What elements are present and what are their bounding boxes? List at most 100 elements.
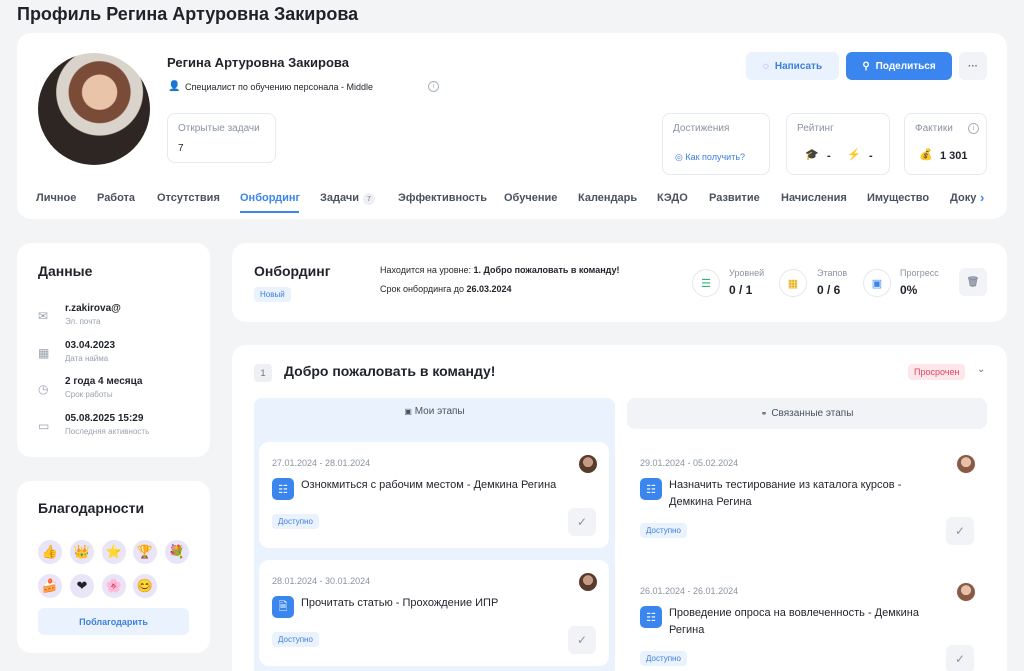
chat-icon: ◌ xyxy=(762,60,769,72)
deadline-date: 26.03.2024 xyxy=(466,284,512,294)
crown-icon: 👑 xyxy=(70,540,94,564)
info-icon[interactable]: i xyxy=(428,81,439,92)
tab-kedo[interactable]: КЭДО xyxy=(657,192,688,204)
email-label: Эл. почта xyxy=(65,317,101,326)
stages-label: Этапов xyxy=(817,268,848,278)
cake-icon: 🍰 xyxy=(38,574,62,598)
tab-documents[interactable]: Доку xyxy=(950,192,980,204)
calendar-icon: ▦ xyxy=(38,346,50,360)
progress-label: Прогресс xyxy=(900,268,939,278)
progress-icon: ▣ xyxy=(863,269,891,297)
position-text: Специалист по обучению персонала - Middl… xyxy=(185,82,373,92)
heart-icon: ❤ xyxy=(70,574,94,598)
tab-property[interactable]: Имущество xyxy=(867,192,929,204)
onboarding-summary: Онбординг Новый Находится на уровне: 1. … xyxy=(232,243,1007,322)
profile-name: Регина Артуровна Закирова xyxy=(167,55,349,70)
trash-icon: 🗑 xyxy=(966,276,980,288)
thank-button[interactable]: Поблагодарить xyxy=(38,608,189,635)
write-button-label: Написать xyxy=(774,60,823,72)
stage-dates: 26.01.2024 - 26.01.2024 xyxy=(640,586,739,596)
last-activity-value: 05.08.2025 15:29 xyxy=(65,413,144,424)
mail-icon: ✉ xyxy=(38,309,49,323)
stage-dates: 27.01.2024 - 28.01.2024 xyxy=(272,458,371,468)
star-icon: ⭐ xyxy=(102,540,126,564)
tab-development[interactable]: Развитие xyxy=(709,192,760,204)
open-tasks-card[interactable]: Открытые задачи 7 xyxy=(167,113,276,163)
stage-title-line-1: Проведение опроса на вовлеченность - Дем… xyxy=(669,607,919,619)
tab-accruals[interactable]: Начисления xyxy=(781,192,847,204)
chevron-right-icon[interactable]: › xyxy=(980,190,984,205)
tab-work[interactable]: Работа xyxy=(97,192,135,204)
stage-status-badge: Доступно xyxy=(272,514,319,529)
medal-icon: ◎ xyxy=(675,152,683,162)
facts-value: 1 301 xyxy=(940,150,968,162)
laptop-icon: ▭ xyxy=(38,419,50,433)
chevron-down-icon[interactable]: ⌄ xyxy=(977,364,985,375)
checklist-icon: ☷ xyxy=(640,478,662,500)
stage-dates: 29.01.2024 - 05.02.2024 xyxy=(640,458,739,468)
tab-calendar[interactable]: Календарь xyxy=(578,192,637,204)
tab-onboarding[interactable]: Онбординг xyxy=(240,192,300,204)
onboarding-title: Онбординг xyxy=(254,263,331,279)
my-stages-tab-label: Мои этапы xyxy=(414,406,465,417)
linked-stage-card-1[interactable]: 29.01.2024 - 05.02.2024 ☷ Назначить тест… xyxy=(627,442,987,557)
open-tasks-label: Открытые задачи xyxy=(178,123,260,134)
tab-absences[interactable]: Отсутствия xyxy=(157,192,220,204)
coin-bag-icon: 💰 xyxy=(919,149,933,161)
checklist-icon: ☷ xyxy=(640,606,662,628)
lightning-icon: ⚡ xyxy=(847,149,861,161)
check-icon: ✓ xyxy=(576,633,588,647)
tab-personal[interactable]: Личное xyxy=(36,192,76,204)
email-value: r.zakirova@ xyxy=(65,303,121,314)
rating-card: Рейтинг 🎓 - ⚡ - xyxy=(786,113,890,175)
thumbs-up-icon: 👍 xyxy=(38,540,62,564)
facts-title: Фактики xyxy=(915,123,953,134)
linked-stage-card-2[interactable]: 26.01.2024 - 26.01.2024 ☷ Проведение опр… xyxy=(627,570,987,671)
tab-education[interactable]: Обучение xyxy=(504,192,557,204)
stage-title: Прочитать статью - Прохождение ИПР xyxy=(301,597,499,609)
gift-icon: ⚲ xyxy=(862,60,870,72)
complete-button[interactable]: ✓ xyxy=(568,508,596,536)
more-button[interactable]: ··· xyxy=(959,52,987,80)
linked-stages-tab[interactable]: ⚭ Связанные этапы xyxy=(627,398,987,429)
rating-value-1: - xyxy=(827,150,831,162)
achievements-link-text: Как получить? xyxy=(685,152,746,162)
assignee-avatar xyxy=(579,455,597,473)
my-stages-tab[interactable]: ▣ Мои этапы xyxy=(254,406,615,417)
tab-efficiency[interactable]: Эффективность xyxy=(398,192,487,204)
levels-icon: ☰ xyxy=(692,269,720,297)
tenure-label: Срок работы xyxy=(65,390,113,399)
level-prefix: Находится на уровне: xyxy=(380,265,474,275)
tab-tasks-count: 7 xyxy=(363,193,375,205)
write-button[interactable]: ◌ Написать xyxy=(746,52,839,80)
achievements-card: Достижения ◎ Как получить? xyxy=(662,113,770,175)
complete-button[interactable]: ✓ xyxy=(568,626,596,654)
complete-button[interactable]: ✓ xyxy=(946,517,974,545)
list-icon: ▣ xyxy=(404,407,412,416)
check-icon: ✓ xyxy=(954,652,966,666)
achievements-link[interactable]: ◎ Как получить? xyxy=(675,152,745,163)
graduation-cap-icon: 🎓 xyxy=(805,149,819,161)
onboarding-deadline-text: Срок онбординга до 26.03.2024 xyxy=(380,284,512,294)
my-stage-card-1[interactable]: 27.01.2024 - 28.01.2024 ☷ Ознокмиться с … xyxy=(259,442,609,548)
assignee-avatar xyxy=(957,455,975,473)
tab-tasks[interactable]: Задачи xyxy=(320,192,359,204)
assignee-avatar xyxy=(579,573,597,591)
check-icon: ✓ xyxy=(954,524,966,538)
tenure-value: 2 года 4 месяца xyxy=(65,376,143,387)
complete-button[interactable]: ✓ xyxy=(946,645,974,671)
checklist-icon: ☷ xyxy=(272,478,294,500)
overdue-badge: Просрочен xyxy=(908,364,966,380)
my-stage-card-2[interactable]: 28.01.2024 - 30.01.2024 🗎 Прочитать стат… xyxy=(259,560,609,666)
facts-info-icon[interactable]: i xyxy=(968,123,979,134)
stage-title-line-2: Регина xyxy=(669,624,705,636)
stage-title-line-1: Назначить тестирование из каталога курсо… xyxy=(669,479,902,491)
rating-value-2: - xyxy=(869,150,873,162)
stage-status-badge: Доступно xyxy=(640,651,687,666)
share-button[interactable]: ⚲ Поделиться xyxy=(846,52,952,80)
flower-icon: 🌸 xyxy=(102,574,126,598)
share-button-label: Поделиться xyxy=(875,60,936,72)
check-icon: ✓ xyxy=(576,515,588,529)
delete-button[interactable]: 🗑 xyxy=(959,268,987,296)
stages-value: 0 / 6 xyxy=(817,283,841,297)
